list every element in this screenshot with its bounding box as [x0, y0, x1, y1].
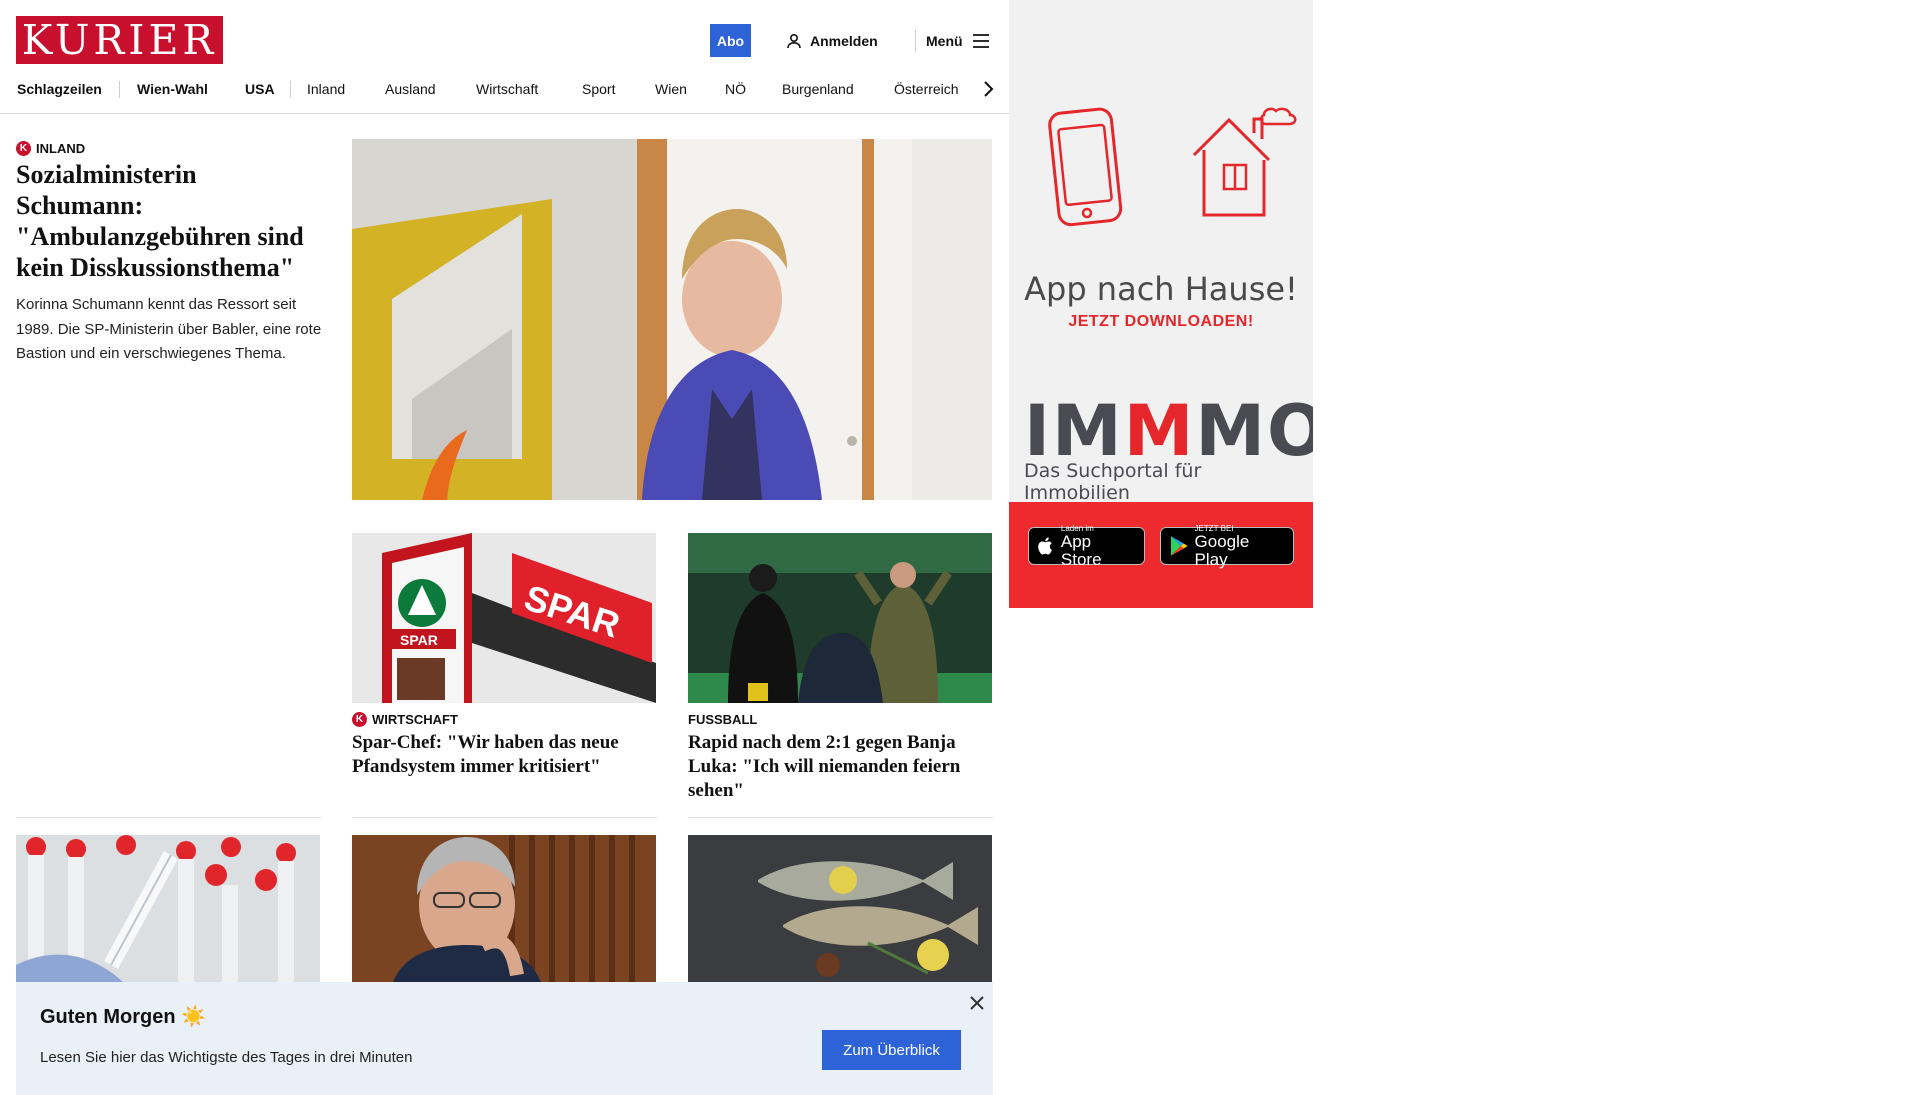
google-play-text: JETZT BEI Google Play [1195, 524, 1285, 569]
kurier-plus-icon: K [16, 140, 31, 156]
card-image-spar[interactable]: SPAR SPAR [352, 533, 656, 703]
google-play-badge[interactable]: JETZT BEI Google Play [1160, 524, 1294, 568]
lead-image[interactable] [352, 139, 992, 500]
lead-category-label: INLAND [36, 140, 86, 156]
section-nav: Schlagzeilen Wien-Wahl USA Inland Auslan… [0, 77, 1009, 114]
ad-tagline: Das Suchportal für Immobilien [1024, 460, 1202, 504]
apple-icon [1038, 537, 1052, 555]
morning-briefing-banner: Guten Morgen ☀️ Lesen Sie hier das Wicht… [16, 982, 993, 1095]
login-label: Anmelden [810, 33, 878, 49]
card-category-wirtschaft: K WIRTSCHAFT [352, 711, 458, 727]
card-image-politician[interactable] [352, 835, 656, 985]
banner-text: Lesen Sie hier das Wichtigste des Tages … [40, 1049, 413, 1066]
nav-divider [290, 81, 291, 98]
kurier-logo[interactable]: KURIER [16, 16, 223, 64]
app-store-text: Laden im App Store [1061, 524, 1136, 569]
svg-text:SPAR: SPAR [400, 632, 438, 648]
card-headline-spar[interactable]: Spar-Chef: "Wir haben das neue Pfandsyst… [352, 731, 652, 779]
nav-divider [119, 81, 120, 98]
user-icon [787, 33, 801, 49]
nav-item-sport[interactable]: Sport [582, 77, 615, 101]
abo-button[interactable]: Abo [710, 24, 751, 57]
lead-category: K INLAND [16, 140, 85, 156]
lead-photo [352, 139, 992, 500]
hamburger-icon [972, 34, 989, 48]
nav-item-ausland[interactable]: Ausland [385, 77, 436, 101]
card-image-fish[interactable] [688, 835, 992, 985]
nav-item-wien[interactable]: Wien [655, 77, 687, 101]
card-category-fussball: FUSSBALL [688, 711, 757, 727]
app-store-big: App Store [1060, 531, 1102, 569]
nav-item-inland[interactable]: Inland [307, 77, 345, 101]
immmo-logo: IMMMO [1024, 395, 1313, 467]
testtubes-photo [16, 835, 320, 985]
nav-item-oesterreich[interactable]: Österreich [894, 77, 959, 101]
nav-item-wien-wahl[interactable]: Wien-Wahl [137, 77, 208, 101]
card-image-testtubes[interactable] [16, 835, 320, 985]
chevron-right-icon[interactable] [978, 79, 998, 99]
phone-icon [1048, 107, 1123, 227]
ad-store-band: Laden im App Store JETZT BEI Google Play [1009, 502, 1313, 608]
rapid-photo [688, 533, 992, 703]
divider-line [688, 817, 993, 818]
kurier-plus-icon: K [352, 711, 367, 727]
banner-title: Guten Morgen ☀️ [40, 1006, 207, 1028]
nav-item-usa[interactable]: USA [245, 77, 275, 101]
politician-photo [352, 835, 656, 985]
nav-item-burgenland[interactable]: Burgenland [782, 77, 854, 101]
menu-label: Menü [926, 33, 963, 49]
spar-photo: SPAR SPAR [352, 533, 656, 703]
divider-line [352, 817, 657, 818]
menu-button[interactable]: Menü [926, 29, 989, 53]
divider-line [16, 817, 321, 818]
card-headline-rapid[interactable]: Rapid nach dem 2:1 gegen Banja Luka: "Ic… [688, 731, 988, 803]
header-divider [915, 30, 916, 52]
app-store-badge[interactable]: Laden im App Store [1028, 524, 1145, 568]
logo-text: KURIER [21, 16, 218, 64]
nav-item-wirtschaft[interactable]: Wirtschaft [476, 77, 538, 101]
google-play-icon [1170, 536, 1188, 556]
ad-headline: App nach Hause! [1024, 270, 1298, 308]
card-category-label: FUSSBALL [688, 711, 758, 727]
card-image-rapid[interactable] [688, 533, 992, 703]
ad-subline: JETZT DOWNLOADEN! [1068, 313, 1254, 330]
fish-photo [688, 835, 992, 985]
lead-headline[interactable]: Sozialministerin Schumann: "Ambulanzgebü… [16, 159, 321, 283]
nav-item-schlagzeilen[interactable]: Schlagzeilen [17, 77, 102, 101]
main-column: KURIER Abo Anmelden Menü Schlagzeilen Wi… [0, 0, 1009, 1080]
lead-teaser: Korinna Schumann kennt das Ressort seit … [16, 296, 322, 362]
login-button[interactable]: Anmelden [786, 29, 878, 53]
card-category-label: WIRTSCHAFT [372, 711, 458, 727]
house-icon [1192, 107, 1297, 217]
close-icon[interactable] [967, 993, 987, 1013]
google-play-big: Google Play [1194, 531, 1250, 569]
overview-button[interactable]: Zum Überblick [822, 1030, 961, 1070]
immmo-advertisement[interactable]: App nach Hause! JETZT DOWNLOADEN! IMMMO … [1009, 0, 1313, 608]
nav-item-noe[interactable]: NÖ [725, 77, 746, 101]
